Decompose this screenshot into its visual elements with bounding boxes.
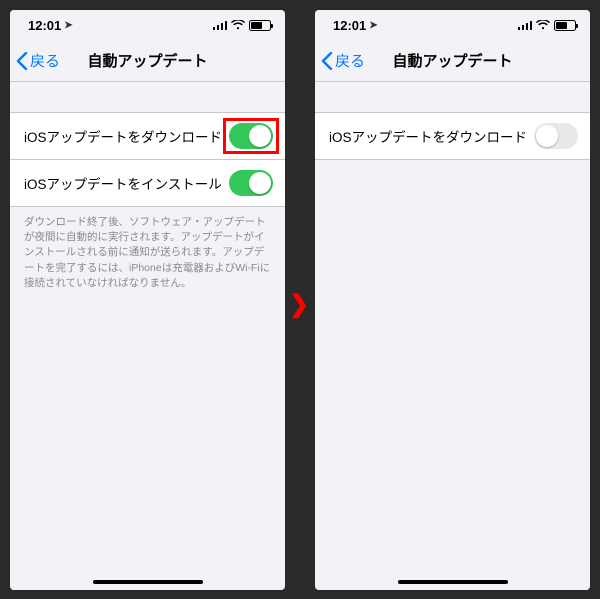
signal-icon <box>518 20 533 30</box>
status-time: 12:01 <box>333 18 366 33</box>
content-area: iOSアップデートをダウンロード <box>315 82 590 590</box>
row-label: iOSアップデートをダウンロード <box>24 126 229 146</box>
toggle-download-updates[interactable] <box>229 123 273 149</box>
back-label: 戻る <box>30 50 60 71</box>
location-icon: ➤ <box>64 20 72 31</box>
home-indicator[interactable] <box>398 580 508 585</box>
status-right <box>213 20 272 31</box>
status-bar: 12:01 ➤ <box>315 10 590 40</box>
signal-icon <box>213 20 228 30</box>
chevron-left-icon <box>321 52 333 70</box>
row-download-updates[interactable]: iOSアップデートをダウンロード <box>315 112 590 160</box>
battery-icon <box>554 20 576 31</box>
status-bar: 12:01 ➤ <box>10 10 285 40</box>
footer-note: ダウンロード終了後、ソフトウェア・アップデートが夜間に自動的に実行されます。アッ… <box>10 207 285 291</box>
content-area: iOSアップデートをダウンロード iOSアップデートをインストール ダウンロード… <box>10 82 285 590</box>
back-button[interactable]: 戻る <box>10 50 60 71</box>
row-install-updates[interactable]: iOSアップデートをインストール <box>10 160 285 207</box>
phone-before: 12:01 ➤ 戻る 自動アップデート iOSアップデートをダウンロード iOS… <box>10 10 285 590</box>
toggle-download-updates[interactable] <box>534 123 578 149</box>
row-label: iOSアップデートをダウンロード <box>329 126 534 146</box>
arrow-icon: ❯ <box>289 290 309 319</box>
home-indicator[interactable] <box>93 580 203 585</box>
toggle-install-updates[interactable] <box>229 170 273 196</box>
chevron-left-icon <box>16 52 28 70</box>
location-icon: ➤ <box>369 20 377 31</box>
battery-icon <box>249 20 271 31</box>
row-label: iOSアップデートをインストール <box>24 173 229 193</box>
back-button[interactable]: 戻る <box>315 50 365 71</box>
nav-bar: 戻る 自動アップデート <box>10 40 285 82</box>
wifi-icon <box>231 20 245 30</box>
nav-bar: 戻る 自動アップデート <box>315 40 590 82</box>
wifi-icon <box>536 20 550 30</box>
back-label: 戻る <box>335 50 365 71</box>
status-right <box>518 20 577 31</box>
row-download-updates[interactable]: iOSアップデートをダウンロード <box>10 112 285 160</box>
status-time: 12:01 <box>28 18 61 33</box>
phone-after: 12:01 ➤ 戻る 自動アップデート iOSアップデートをダウンロード <box>315 10 590 590</box>
